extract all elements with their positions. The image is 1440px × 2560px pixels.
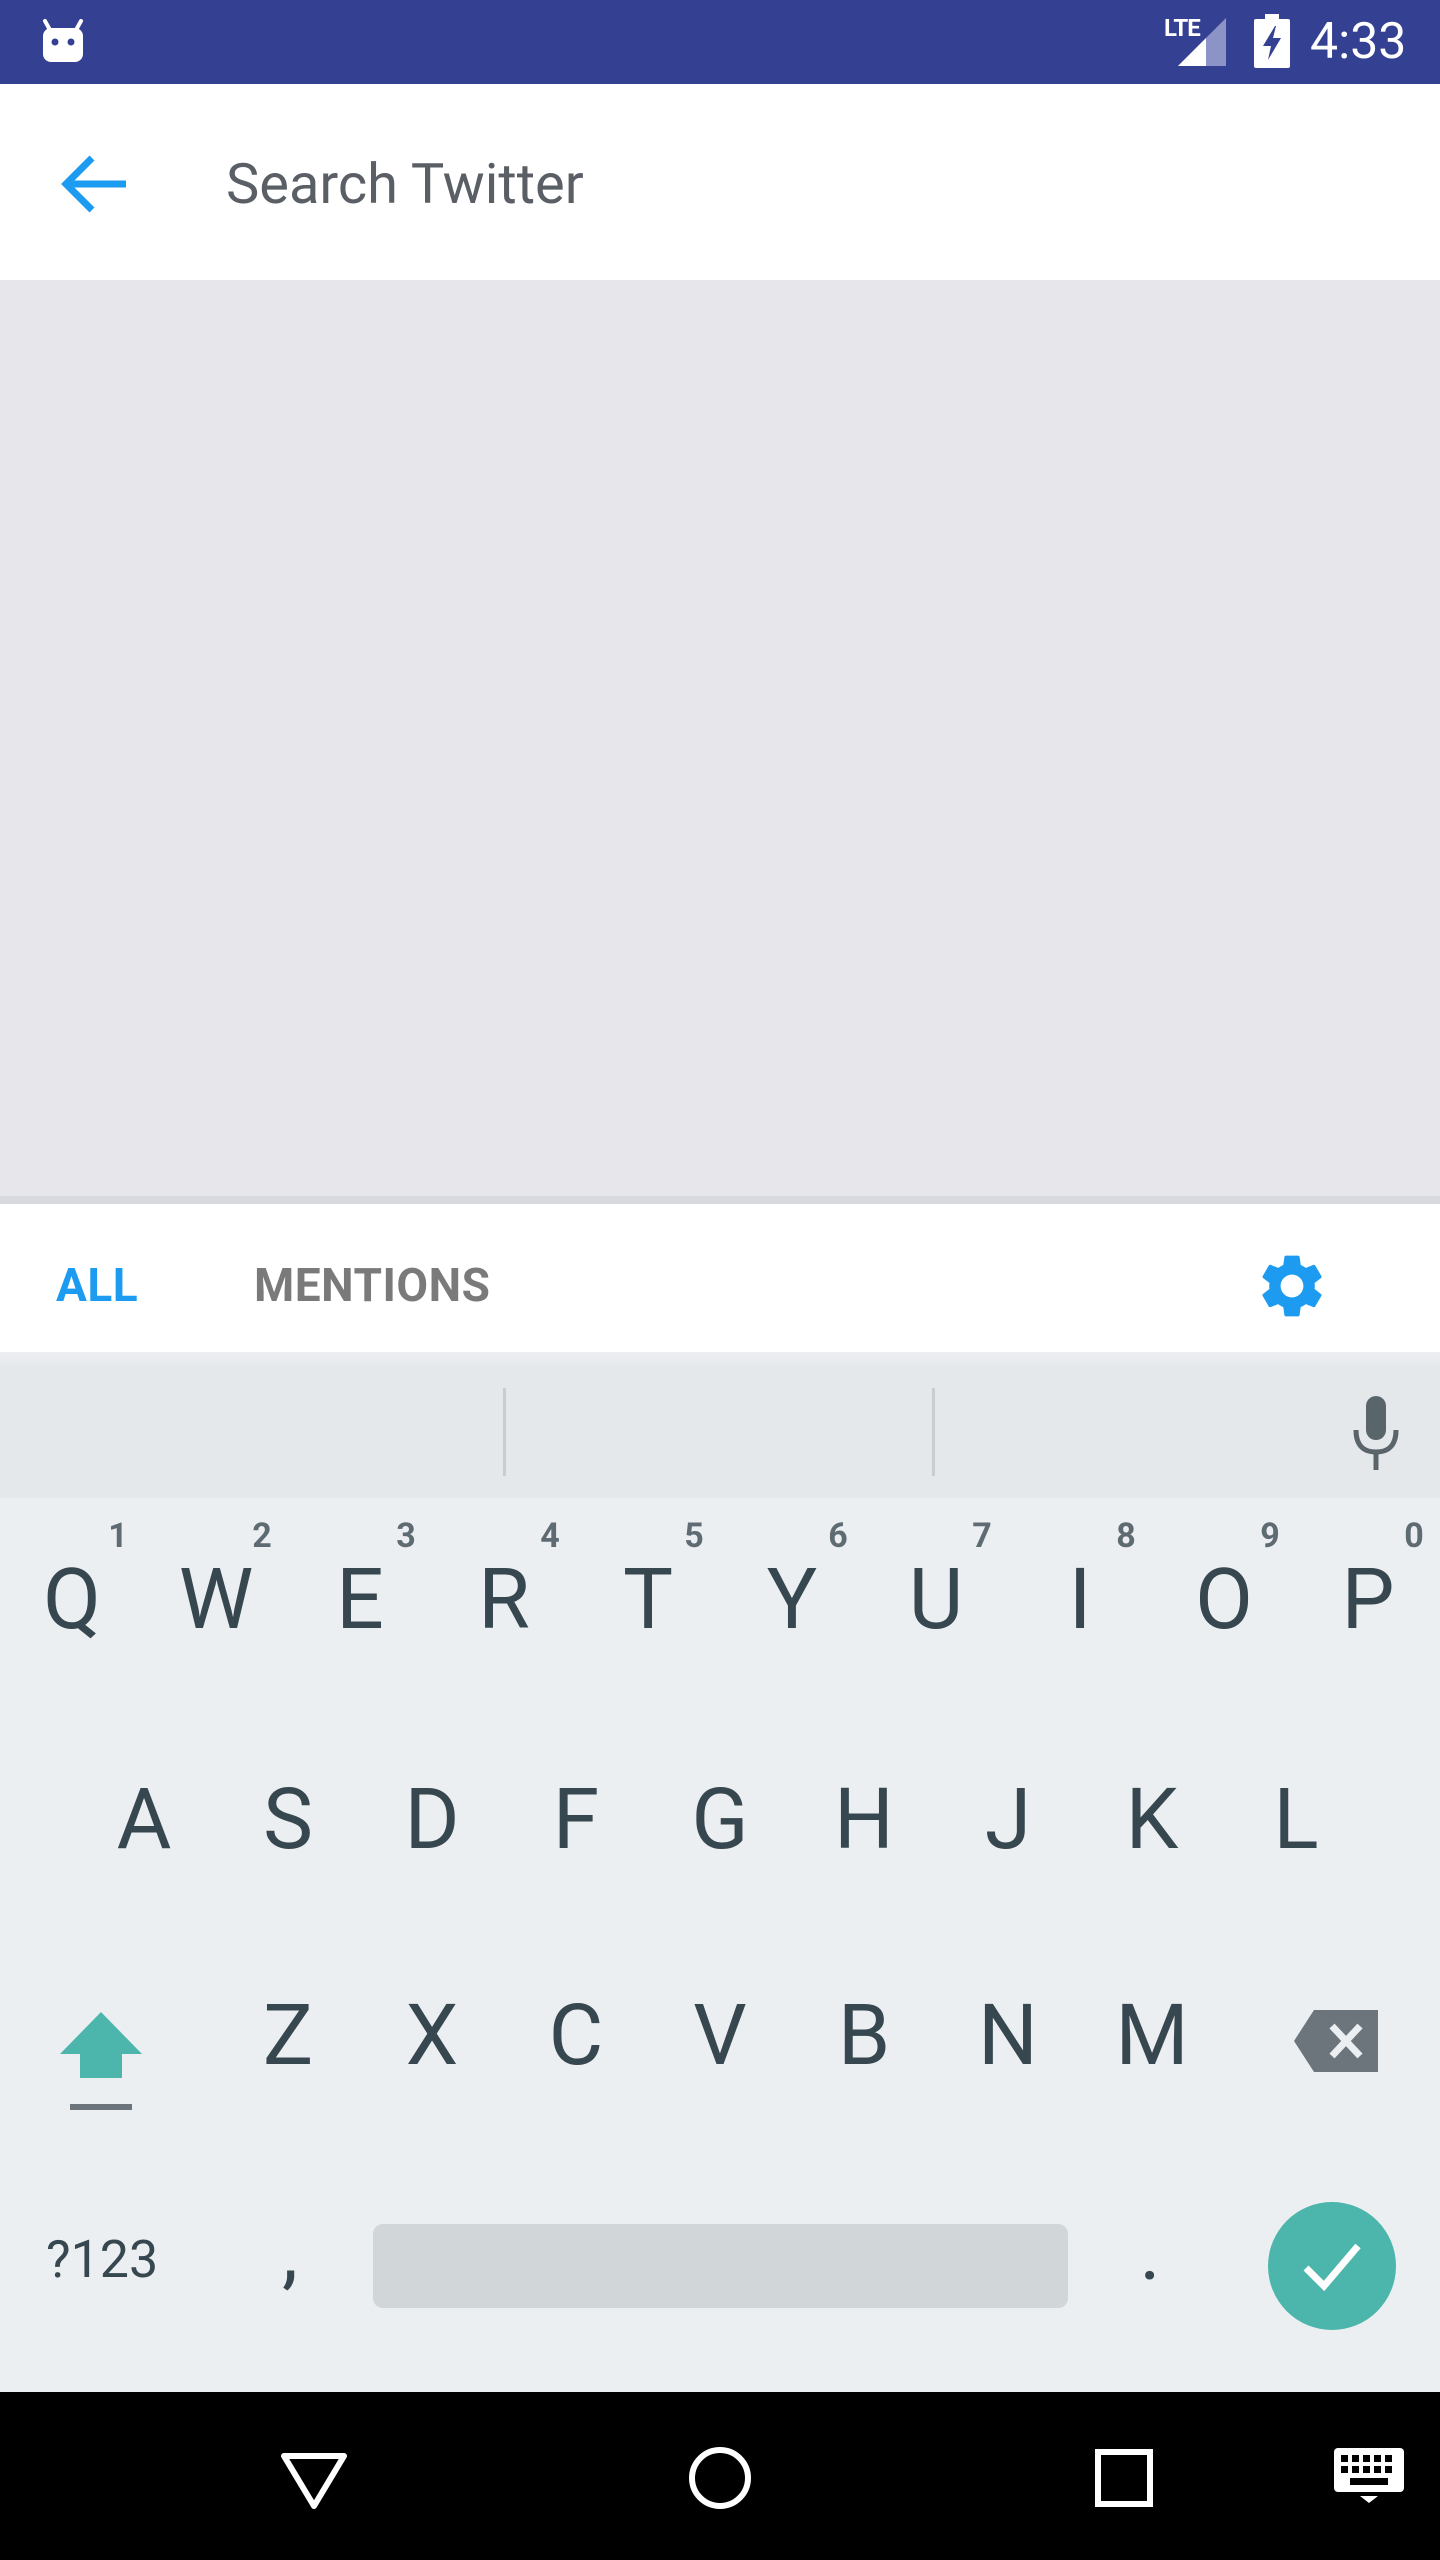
- key-i[interactable]: I: [1030, 1550, 1130, 1650]
- key-d[interactable]: D: [382, 1770, 482, 1870]
- key-hint: 5: [684, 1516, 704, 1556]
- microphone-icon[interactable]: [1348, 1396, 1404, 1472]
- key-o[interactable]: O: [1174, 1550, 1274, 1650]
- key-u[interactable]: U: [886, 1550, 986, 1650]
- nav-home-circle-icon[interactable]: [680, 2438, 760, 2518]
- key-j[interactable]: J: [958, 1770, 1058, 1870]
- enter-button[interactable]: [1268, 2202, 1396, 2330]
- key-s[interactable]: S: [238, 1770, 338, 1870]
- soft-keyboard: Q 1 W 2 E 3 R 4 T 5 Y 6 U 7 I 8 O 9 P 0 …: [0, 1366, 1440, 2392]
- key-hint: 6: [828, 1516, 848, 1556]
- tab-mentions[interactable]: MENTIONS: [254, 1204, 490, 1352]
- nav-back-triangle-icon[interactable]: [274, 2438, 354, 2518]
- key-a[interactable]: A: [94, 1770, 194, 1870]
- search-results-area: [0, 280, 1440, 1200]
- backspace-icon[interactable]: [1292, 2006, 1382, 2076]
- battery-charging-icon: [1254, 14, 1290, 68]
- key-v[interactable]: V: [670, 1986, 770, 2086]
- key-hint: 8: [1116, 1516, 1136, 1556]
- key-hint: 4: [540, 1516, 560, 1556]
- suggestion-strip: [0, 1366, 1440, 1498]
- status-clock: 4:33: [1310, 13, 1407, 71]
- key-z[interactable]: Z: [238, 1986, 338, 2086]
- key-w[interactable]: W: [166, 1550, 266, 1650]
- key-r[interactable]: R: [454, 1550, 554, 1650]
- nav-recents-square-icon[interactable]: [1084, 2438, 1164, 2518]
- status-bar: LTE 4:33: [0, 0, 1440, 84]
- key-period[interactable]: .: [1110, 2202, 1190, 2302]
- search-input[interactable]: [226, 146, 1376, 222]
- key-hint: 7: [972, 1516, 992, 1556]
- keyboard-icon[interactable]: [1332, 2442, 1406, 2504]
- signal-icon: [1178, 18, 1226, 66]
- key-symbols[interactable]: ?123: [46, 2230, 176, 2290]
- keyboard-row-2: A S D F G H J K L: [0, 1770, 1440, 1920]
- key-n[interactable]: N: [958, 1986, 1058, 2086]
- key-hint: 0: [1404, 1516, 1424, 1556]
- gear-icon[interactable]: [1254, 1248, 1330, 1324]
- navigation-bar: [0, 2392, 1440, 2560]
- key-hint: 3: [396, 1516, 416, 1556]
- key-q[interactable]: Q: [22, 1550, 122, 1650]
- key-hint: 9: [1260, 1516, 1280, 1556]
- key-hint: 1: [108, 1516, 128, 1556]
- suggestion-divider: [503, 1388, 506, 1476]
- tab-bar: ALL MENTIONS: [0, 1204, 1440, 1352]
- android-notification-icon: [43, 19, 83, 62]
- key-h[interactable]: H: [814, 1770, 914, 1870]
- suggestion-divider: [932, 1388, 935, 1476]
- key-l[interactable]: L: [1246, 1770, 1346, 1870]
- keyboard-row-1: Q 1 W 2 E 3 R 4 T 5 Y 6 U 7 I 8 O 9 P 0: [0, 1516, 1440, 1700]
- space-bar[interactable]: [373, 2224, 1068, 2308]
- search-toolbar: [0, 84, 1440, 280]
- key-g[interactable]: G: [670, 1770, 770, 1870]
- key-x[interactable]: X: [382, 1986, 482, 2086]
- checkmark-icon: [1303, 2243, 1361, 2292]
- divider: [0, 1196, 1440, 1204]
- tab-shadow: [0, 1352, 1440, 1366]
- key-k[interactable]: K: [1102, 1770, 1202, 1870]
- key-p[interactable]: P: [1318, 1550, 1418, 1650]
- arrow-back-icon[interactable]: [56, 144, 136, 224]
- keyboard-row-3: Z X C V B N M: [0, 1986, 1440, 2136]
- key-y[interactable]: Y: [742, 1550, 842, 1650]
- key-comma[interactable]: ,: [250, 2202, 330, 2302]
- key-b[interactable]: B: [814, 1986, 914, 2086]
- key-f[interactable]: F: [526, 1770, 626, 1870]
- key-e[interactable]: E: [310, 1550, 410, 1650]
- key-c[interactable]: C: [526, 1986, 626, 2086]
- key-t[interactable]: T: [598, 1550, 698, 1650]
- key-m[interactable]: M: [1102, 1986, 1202, 2086]
- tab-all[interactable]: ALL: [56, 1204, 138, 1352]
- key-hint: 2: [252, 1516, 272, 1556]
